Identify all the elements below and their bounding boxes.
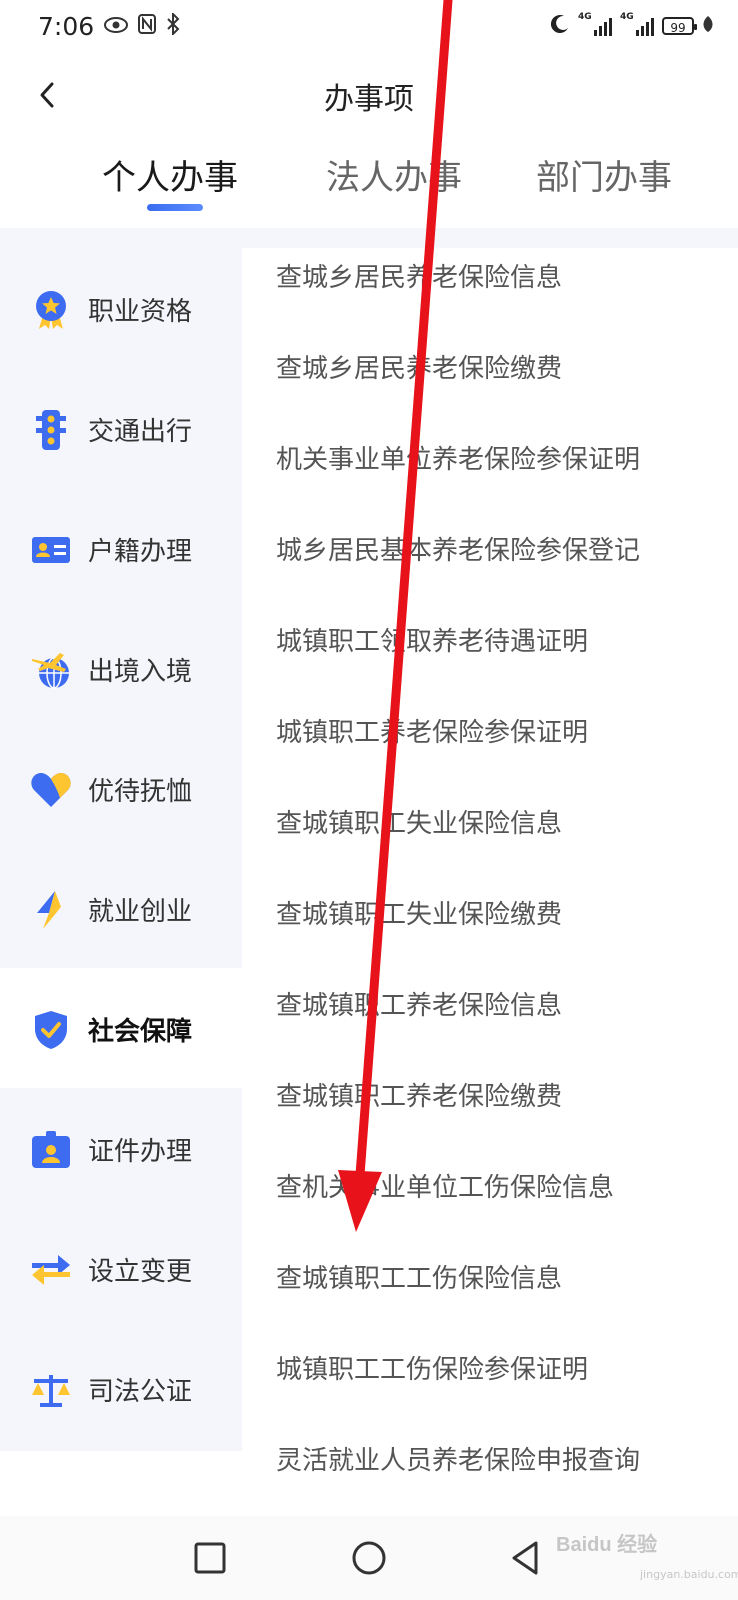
- network-tag-2: 4G: [620, 12, 634, 22]
- triangle-back-icon: [512, 1541, 538, 1575]
- list-item[interactable]: 灵活就业人员养老保险申报查询: [276, 1431, 640, 1491]
- sidebar-item-establish-change[interactable]: 设立变更: [0, 1208, 242, 1331]
- list-item[interactable]: 查机关事业单位工伤保险信息: [276, 1158, 614, 1218]
- sidebar-item-label: 证件办理: [88, 1137, 193, 1167]
- status-bar: 7:06 4G 4G 99: [0, 0, 738, 52]
- sidebar-item-judicial-notary[interactable]: 司法公证: [0, 1328, 242, 1451]
- tab-legal-entity[interactable]: 法人办事: [326, 150, 462, 199]
- sidebar-item-label: 户籍办理: [88, 537, 193, 567]
- status-right: 4G 4G 99: [550, 12, 714, 39]
- moon-icon: [550, 14, 570, 39]
- sidebar-item-label: 设立变更: [88, 1257, 193, 1287]
- list-item[interactable]: 城乡居民基本养老保险参保登记: [276, 521, 640, 581]
- status-left: 7:06: [38, 11, 180, 41]
- list-item[interactable]: 城镇职工领取养老待遇证明: [276, 612, 588, 672]
- list-item[interactable]: 查城镇职工失业保险缴费: [276, 885, 562, 945]
- recents-button[interactable]: [184, 1532, 236, 1584]
- list-item[interactable]: 查城镇职工养老保险信息: [276, 976, 562, 1036]
- heart-icon: [30, 769, 72, 811]
- watermark-url: jingyan.baidu.com: [640, 1568, 738, 1581]
- watermark: Baidu 经验: [556, 1534, 658, 1556]
- status-time: 7:06: [38, 11, 95, 41]
- sidebar-item-social-security[interactable]: 社会保障: [0, 968, 242, 1091]
- sidebar-item-label: 社会保障: [88, 1017, 193, 1047]
- signal-1-icon: 4G: [578, 12, 612, 36]
- tab-bar: 个人办事 法人办事 部门办事: [0, 142, 738, 224]
- list-item[interactable]: 查城镇职工失业保险信息: [276, 794, 562, 854]
- sidebar-item-transport[interactable]: 交通出行: [0, 368, 242, 491]
- list-item[interactable]: 城镇职工工伤保险参保证明: [276, 1340, 588, 1400]
- swap-arrows-icon: [30, 1249, 72, 1291]
- sidebar-item-label: 出境入境: [88, 657, 193, 687]
- tab-personal[interactable]: 个人办事: [102, 150, 238, 199]
- sidebar-item-label: 就业创业: [88, 897, 193, 927]
- list-item[interactable]: 查城镇职工养老保险缴费: [276, 1067, 562, 1127]
- battery-icon: 99: [662, 17, 697, 35]
- system-back-button[interactable]: [500, 1532, 552, 1584]
- home-button[interactable]: [343, 1532, 395, 1584]
- sidebar-item-preferential-care[interactable]: 优待抚恤: [0, 728, 242, 851]
- list-item[interactable]: 城镇职工养老保险参保证明: [276, 703, 588, 763]
- shield-check-icon: [30, 1009, 72, 1051]
- tab-active-indicator: [147, 204, 203, 211]
- list-item[interactable]: 查城乡居民养老保险信息: [276, 248, 562, 308]
- sidebar-item-label: 职业资格: [88, 297, 193, 327]
- sidebar-item-vocational-qualification[interactable]: 职业资格: [0, 248, 242, 371]
- square-icon: [194, 1542, 226, 1574]
- section-divider: [0, 228, 738, 248]
- tab-department[interactable]: 部门办事: [536, 150, 672, 199]
- leaf-icon: [702, 15, 714, 37]
- signal-2-icon: 4G: [620, 12, 654, 36]
- list-item[interactable]: 查城乡居民养老保险缴费: [276, 339, 562, 399]
- sidebar-item-household-registration[interactable]: 户籍办理: [0, 488, 242, 611]
- sidebar-item-employment[interactable]: 就业创业: [0, 848, 242, 971]
- sidebar-item-label: 交通出行: [88, 417, 193, 447]
- nfc-icon: [138, 13, 157, 39]
- id-card-icon: [30, 529, 72, 571]
- network-tag-1: 4G: [578, 12, 592, 22]
- bluetooth-icon: [166, 11, 180, 40]
- list-item[interactable]: 机关事业单位养老保险参保证明: [276, 430, 640, 490]
- service-list: 查城乡居民养老保险信息 查城乡居民养老保险缴费 机关事业单位养老保险参保证明 城…: [242, 248, 738, 1516]
- sidebar-item-label: 司法公证: [88, 1377, 193, 1407]
- lightning-icon: [30, 889, 72, 931]
- sidebar-item-label: 优待抚恤: [88, 777, 193, 807]
- medal-icon: [30, 289, 72, 331]
- badge-icon: [30, 1129, 72, 1171]
- eye-icon: [104, 14, 129, 38]
- header: 办事项: [0, 52, 738, 142]
- page-title: 办事项: [324, 82, 414, 117]
- sidebar-item-certificates[interactable]: 证件办理: [0, 1088, 242, 1211]
- sidebar-item-exit-entry[interactable]: 出境入境: [0, 608, 242, 731]
- traffic-light-icon: [30, 409, 72, 451]
- list-item[interactable]: 查城镇职工工伤保险信息: [276, 1249, 562, 1309]
- scales-icon: [30, 1369, 72, 1411]
- airplane-globe-icon: [30, 649, 72, 691]
- category-sidebar: 职业资格 交通出行 户籍办理 出境入境 优待抚恤 就业创业 社会保障 证件办理 …: [0, 248, 242, 1516]
- circle-icon: [352, 1541, 386, 1575]
